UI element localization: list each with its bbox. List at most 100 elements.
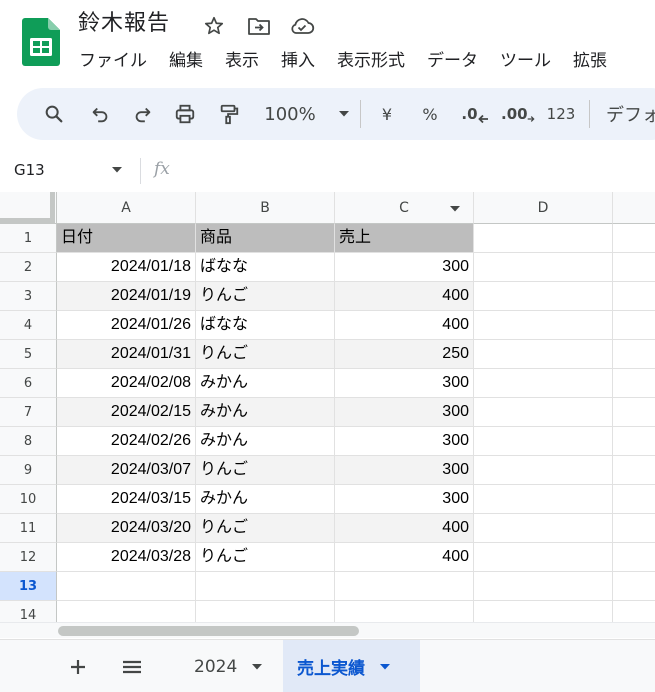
row-header[interactable]: 1 [0, 224, 57, 253]
cell[interactable] [613, 514, 655, 543]
menu-format[interactable]: 表示形式 [326, 48, 416, 74]
header-cell[interactable]: 商品 [196, 224, 335, 253]
cell[interactable] [474, 340, 613, 369]
chevron-down-icon[interactable] [379, 663, 391, 671]
row-header[interactable]: 4 [0, 311, 57, 340]
horizontal-scrollbar[interactable] [0, 622, 655, 638]
cell[interactable] [613, 398, 655, 427]
row-header[interactable]: 12 [0, 543, 57, 572]
cell[interactable] [474, 224, 613, 253]
cell[interactable]: りんご [196, 456, 335, 485]
cell[interactable] [613, 311, 655, 340]
cell[interactable]: みかん [196, 485, 335, 514]
row-header[interactable]: 14 [0, 601, 57, 622]
cell[interactable]: 300 [335, 369, 474, 398]
select-all-corner[interactable] [0, 192, 57, 224]
menu-extensions[interactable]: 拡張 [562, 48, 618, 74]
cell[interactable]: みかん [196, 398, 335, 427]
cell[interactable]: 2024/01/18 [57, 253, 196, 282]
cell[interactable]: 2024/03/07 [57, 456, 196, 485]
cell[interactable]: ばなな [196, 253, 335, 282]
cell[interactable]: 2024/02/26 [57, 427, 196, 456]
paint-format-icon[interactable] [214, 98, 244, 130]
undo-icon[interactable] [85, 98, 115, 130]
cell[interactable] [474, 485, 613, 514]
cell[interactable] [474, 398, 613, 427]
cell[interactable] [335, 572, 474, 601]
cell[interactable]: 2024/02/15 [57, 398, 196, 427]
cell[interactable] [613, 572, 655, 601]
document-title[interactable]: 鈴木報告 [78, 9, 170, 39]
column-header-d[interactable]: D [474, 192, 613, 224]
filter-dropdown-icon[interactable] [449, 205, 461, 213]
cell[interactable] [613, 369, 655, 398]
menu-view[interactable]: 表示 [214, 48, 270, 74]
cell[interactable]: りんご [196, 282, 335, 311]
cell[interactable]: 2024/03/15 [57, 485, 196, 514]
redo-icon[interactable] [128, 98, 158, 130]
cell[interactable] [613, 427, 655, 456]
row-header[interactable]: 6 [0, 369, 57, 398]
menu-file[interactable]: ファイル [68, 48, 158, 74]
cell[interactable]: りんご [196, 543, 335, 572]
cell[interactable]: 2024/01/19 [57, 282, 196, 311]
name-box[interactable]: G13 [14, 161, 45, 179]
percent-format-button[interactable]: % [418, 98, 442, 130]
currency-format-button[interactable]: ¥ [376, 98, 398, 130]
cell[interactable]: 300 [335, 253, 474, 282]
row-header[interactable]: 7 [0, 398, 57, 427]
cell[interactable] [474, 427, 613, 456]
row-header[interactable]: 13 [0, 572, 57, 601]
cell[interactable] [613, 456, 655, 485]
cell[interactable] [474, 572, 613, 601]
cell[interactable] [613, 282, 655, 311]
cell[interactable] [613, 543, 655, 572]
cell[interactable]: 400 [335, 543, 474, 572]
row-header[interactable]: 2 [0, 253, 57, 282]
cell[interactable] [474, 253, 613, 282]
cell[interactable] [613, 340, 655, 369]
cell[interactable]: 400 [335, 514, 474, 543]
cell[interactable]: 2024/03/28 [57, 543, 196, 572]
scrollbar-thumb[interactable] [58, 626, 359, 636]
cell[interactable]: 400 [335, 282, 474, 311]
row-header[interactable]: 9 [0, 456, 57, 485]
column-header-b[interactable]: B [196, 192, 335, 224]
number-format-button[interactable]: 123 [546, 98, 576, 130]
cell[interactable] [613, 224, 655, 253]
cell[interactable] [474, 514, 613, 543]
cell[interactable]: 250 [335, 340, 474, 369]
cell[interactable]: 2024/01/31 [57, 340, 196, 369]
star-icon[interactable] [201, 13, 227, 39]
cloud-saved-icon[interactable] [289, 13, 315, 39]
cell[interactable] [196, 601, 335, 622]
print-icon[interactable] [170, 98, 200, 130]
row-header[interactable]: 11 [0, 514, 57, 543]
search-icon[interactable] [39, 98, 69, 130]
cell[interactable]: みかん [196, 427, 335, 456]
cell[interactable] [474, 543, 613, 572]
frozen-row-handle[interactable] [0, 218, 55, 223]
cell[interactable] [474, 601, 613, 622]
decrease-decimal-button[interactable]: .0 [460, 98, 490, 130]
menu-edit[interactable]: 編集 [158, 48, 214, 74]
cell[interactable] [613, 601, 655, 622]
cell[interactable]: 2024/02/08 [57, 369, 196, 398]
menu-tools[interactable]: ツール [489, 48, 562, 74]
move-to-folder-icon[interactable] [246, 13, 272, 39]
cell[interactable] [196, 572, 335, 601]
increase-decimal-button[interactable]: .00 [501, 98, 535, 130]
font-family-select[interactable]: デフォ [606, 98, 655, 130]
cell[interactable] [613, 485, 655, 514]
cell[interactable]: りんご [196, 340, 335, 369]
cell[interactable]: 2024/03/20 [57, 514, 196, 543]
row-header[interactable]: 5 [0, 340, 57, 369]
chevron-down-icon[interactable] [111, 166, 123, 174]
cell[interactable] [474, 311, 613, 340]
zoom-select[interactable]: 100% [259, 98, 355, 130]
cell[interactable]: 300 [335, 427, 474, 456]
cell[interactable]: 300 [335, 456, 474, 485]
cell[interactable]: りんご [196, 514, 335, 543]
sheet-tab-2024[interactable]: 2024 [180, 640, 283, 692]
add-sheet-icon[interactable] [65, 654, 91, 680]
